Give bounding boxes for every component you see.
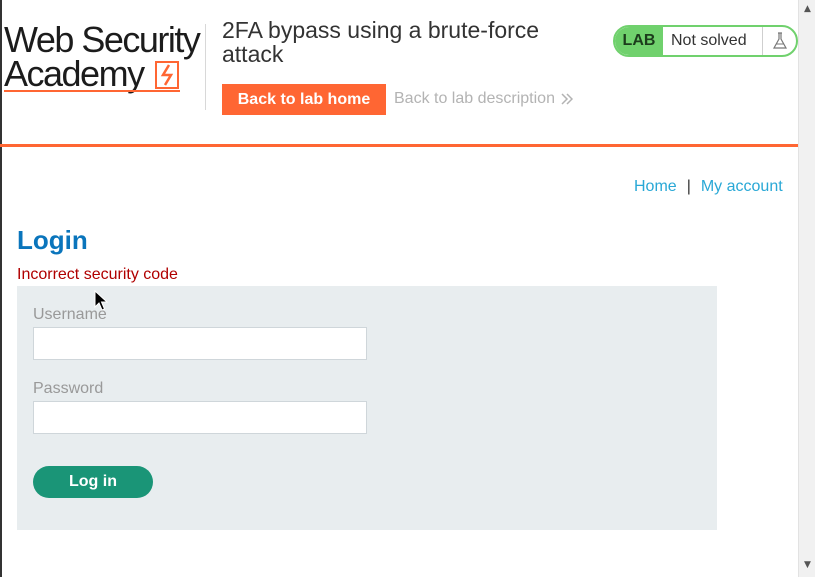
- back-to-lab-home-button[interactable]: Back to lab home: [222, 84, 386, 115]
- header-divider: [205, 24, 206, 110]
- nav-my-account-link[interactable]: My account: [701, 178, 783, 196]
- nav-home-link[interactable]: Home: [634, 178, 677, 196]
- left-border: [0, 0, 2, 577]
- back-to-lab-description-link[interactable]: Back to lab description: [394, 90, 573, 108]
- mouse-cursor-icon: [94, 290, 108, 311]
- page-title: Login: [17, 225, 88, 255]
- error-message: Incorrect security code: [17, 266, 178, 283]
- lightning-bolt-icon: [155, 61, 179, 89]
- vertical-scrollbar[interactable]: ▲ ▼: [798, 0, 815, 577]
- double-chevron-right-icon: [561, 93, 573, 105]
- password-label: Password: [33, 380, 104, 397]
- top-nav: Home | My account: [634, 178, 783, 196]
- header-orange-rule: [0, 144, 798, 147]
- login-form-panel: Username Password Log in: [17, 286, 717, 530]
- logo-underline: [4, 90, 180, 92]
- back-to-lab-description-label: Back to lab description: [394, 90, 555, 107]
- logo-line-2: Academy: [4, 53, 145, 94]
- flask-icon: [763, 27, 796, 55]
- lab-status-widget: LAB Not solved: [613, 25, 798, 57]
- lab-title: 2FA bypass using a brute-force attack: [222, 17, 540, 67]
- password-input[interactable]: [33, 401, 367, 434]
- username-input[interactable]: [33, 327, 367, 360]
- web-security-academy-logo[interactable]: Web Security Academy: [4, 22, 204, 98]
- log-in-button[interactable]: Log in: [33, 466, 153, 498]
- lab-tag: LAB: [615, 27, 663, 55]
- triangle-up-icon[interactable]: ▲: [799, 4, 815, 14]
- browser-viewport: ▲ ▼ Web Security Academy 2FA bypass usin…: [0, 0, 815, 577]
- nav-separator: |: [686, 178, 691, 195]
- triangle-down-icon[interactable]: ▼: [799, 560, 815, 570]
- lab-status-text: Not solved: [663, 27, 763, 55]
